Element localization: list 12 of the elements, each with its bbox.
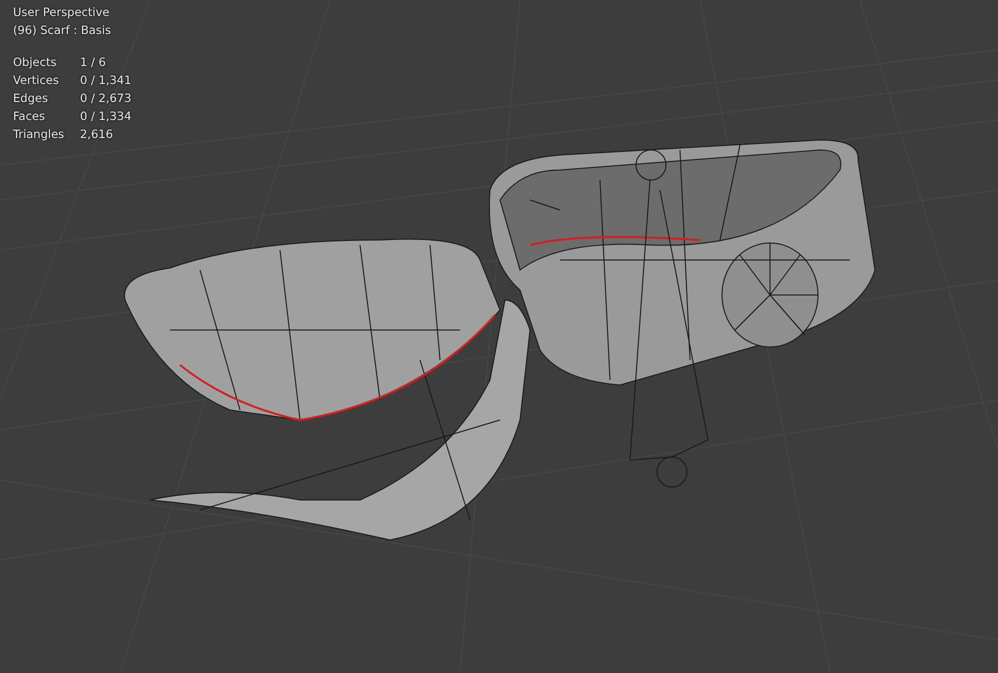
stat-value: 0 / 1,334 <box>80 109 132 123</box>
stat-value: 0 / 1,341 <box>80 73 132 87</box>
stat-label: Faces <box>13 108 46 125</box>
stat-value: 1 / 6 <box>80 55 106 69</box>
stat-label: Vertices <box>13 72 60 89</box>
stat-label: Objects <box>13 54 58 71</box>
stat-label: Triangles <box>13 126 66 143</box>
stat-label: Edges <box>13 90 49 107</box>
object-info: (96) Scarf : Basis <box>13 23 112 37</box>
stat-value: 0 / 2,673 <box>80 91 132 105</box>
view-name: User Perspective <box>13 5 110 19</box>
stat-value: 2,616 <box>80 127 113 141</box>
